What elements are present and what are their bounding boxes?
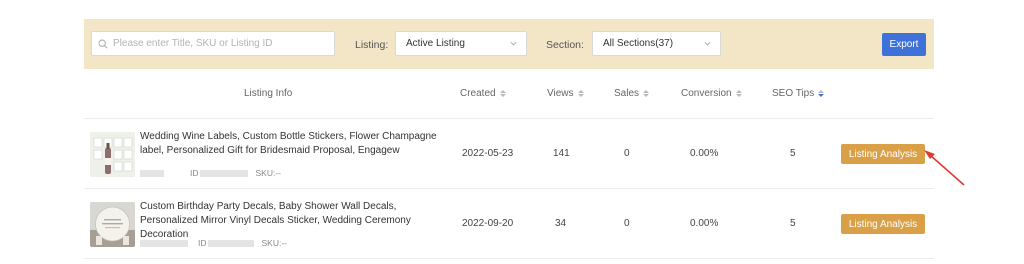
filter-bar: Listing: Active Listing Section: All Sec…	[84, 19, 934, 69]
table-row: Custom Birthday Party Decals, Baby Showe…	[84, 190, 934, 258]
listing-select[interactable]: Active Listing	[395, 31, 527, 56]
listing-select-value: Active Listing	[406, 38, 465, 49]
listing-thumbnail[interactable]	[90, 202, 135, 247]
search-field[interactable]	[113, 38, 323, 49]
sku-label: SKU:--	[261, 238, 288, 248]
header-created[interactable]: Created	[460, 88, 506, 99]
header-sales[interactable]: Sales	[614, 88, 650, 99]
created-date: 2022-05-23	[462, 148, 514, 159]
header-seo-tips[interactable]: SEO Tips	[772, 88, 825, 99]
section-select[interactable]: All Sections(37)	[592, 31, 721, 56]
listing-id-label: ID	[198, 238, 207, 248]
created-date: 2022-09-20	[462, 218, 514, 229]
table-header: Listing Info Created Views Sales Convers…	[84, 82, 934, 106]
conversion-rate: 0.00%	[690, 148, 719, 159]
listing-id-label: ID	[190, 168, 199, 178]
listing-meta: ID SKU:--	[140, 238, 287, 248]
sort-icon[interactable]	[735, 90, 742, 97]
search-input[interactable]	[91, 31, 335, 56]
sort-icon[interactable]	[577, 90, 584, 97]
seo-tips-count: 5	[790, 148, 796, 159]
table-row: Wedding Wine Labels, Custom Bottle Stick…	[84, 120, 934, 188]
chevron-down-icon	[510, 41, 517, 46]
header-listing-info: Listing Info	[244, 88, 293, 99]
redacted-id	[207, 239, 254, 247]
sort-icon[interactable]	[499, 90, 506, 97]
conversion-rate: 0.00%	[690, 218, 719, 229]
chevron-down-icon	[704, 41, 711, 46]
sku-label: SKU:--	[255, 168, 282, 178]
listing-filter-label: Listing:	[355, 39, 389, 51]
export-button[interactable]: Export	[882, 33, 926, 56]
divider	[84, 118, 934, 119]
listing-meta: ID SKU:--	[140, 168, 281, 178]
listing-analysis-button[interactable]: Listing Analysis	[841, 214, 925, 234]
sort-icon[interactable]	[643, 90, 650, 97]
annotation-arrow-icon	[924, 150, 965, 186]
redacted-text	[140, 239, 188, 247]
search-icon	[98, 38, 108, 49]
divider	[84, 258, 934, 259]
header-views[interactable]: Views	[547, 88, 584, 99]
views-count: 34	[555, 218, 567, 229]
divider	[84, 188, 934, 189]
listing-title[interactable]: Custom Birthday Party Decals, Baby Showe…	[140, 200, 455, 242]
redacted-text	[140, 169, 164, 177]
redacted-id	[199, 169, 248, 177]
header-conversion[interactable]: Conversion	[681, 88, 742, 99]
listing-title[interactable]: Wedding Wine Labels, Custom Bottle Stick…	[140, 130, 455, 158]
sales-count: 0	[624, 218, 630, 229]
views-count: 141	[553, 148, 570, 159]
sort-icon[interactable]	[818, 90, 825, 97]
section-filter-label: Section:	[546, 39, 584, 51]
sales-count: 0	[624, 148, 630, 159]
section-select-value: All Sections(37)	[603, 38, 674, 49]
listing-thumbnail[interactable]	[90, 132, 135, 177]
seo-tips-count: 5	[790, 218, 796, 229]
